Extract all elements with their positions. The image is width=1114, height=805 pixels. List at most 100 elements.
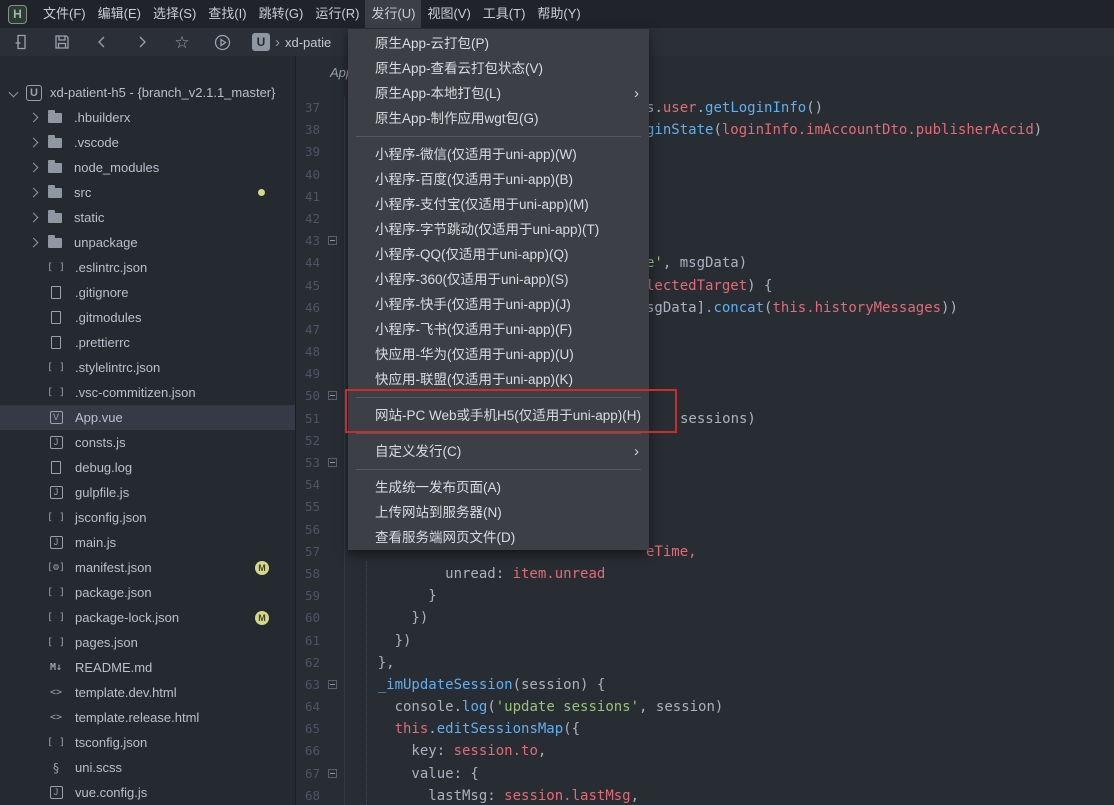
menu-item-22[interactable]: 查看服务端网页文件(D): [348, 525, 649, 550]
tree-item-package-lock.json[interactable]: [ ]package-lock.jsonM: [0, 605, 295, 630]
chevron-right-icon[interactable]: [29, 163, 39, 173]
code-text: },: [344, 652, 395, 674]
folder-glyph: [48, 213, 62, 223]
code-line-68[interactable]: 68 lastMsg: session.lastMsg,: [296, 785, 1114, 805]
tree-item-.stylelintrc.json[interactable]: [ ].stylelintrc.json: [0, 355, 295, 380]
code-line-58[interactable]: 58 unread: item.unread: [296, 563, 1114, 585]
js-icon: J: [45, 536, 67, 549]
chevron-down-icon[interactable]: [9, 88, 19, 98]
star-icon[interactable]: ☆: [170, 30, 194, 54]
fold-collapse-icon[interactable]: [328, 458, 337, 467]
fold-collapse-icon[interactable]: [328, 769, 337, 778]
menubar-item-运行[interactable]: 运行(R): [309, 0, 365, 28]
tree-item-label: node_modules: [74, 160, 159, 175]
menu-item-11[interactable]: 小程序-快手(仅适用于uni-app)(J): [348, 292, 649, 317]
menu-item-9[interactable]: 小程序-QQ(仅适用于uni-app)(Q): [348, 242, 649, 267]
line-number: 43: [296, 230, 326, 252]
new-file-icon[interactable]: [10, 30, 34, 54]
menu-item-21[interactable]: 上传网站到服务器(N): [348, 500, 649, 525]
code-line-65[interactable]: 65 this.editSessionsMap({: [296, 718, 1114, 740]
menubar-item-编辑[interactable]: 编辑(E): [92, 0, 147, 28]
tree-item-main.js[interactable]: Jmain.js: [0, 530, 295, 555]
fold-collapse-icon[interactable]: [328, 680, 337, 689]
menu-item-13[interactable]: 快应用-华为(仅适用于uni-app)(U): [348, 342, 649, 367]
tree-item-.gitmodules[interactable]: .gitmodules: [0, 305, 295, 330]
tree-item-src[interactable]: src: [0, 180, 295, 205]
tree-item-template.release.html[interactable]: <>template.release.html: [0, 705, 295, 730]
menubar-item-帮助[interactable]: 帮助(Y): [531, 0, 586, 28]
run-icon[interactable]: [210, 30, 234, 54]
tree-item-package.json[interactable]: [ ]package.json: [0, 580, 295, 605]
chevron-right-icon[interactable]: [29, 113, 39, 123]
menubar-item-跳转[interactable]: 跳转(G): [253, 0, 310, 28]
menu-item-8[interactable]: 小程序-字节跳动(仅适用于uni-app)(T): [348, 217, 649, 242]
menubar-item-视图[interactable]: 视图(V): [421, 0, 476, 28]
menu-item-12[interactable]: 小程序-飞书(仅适用于uni-app)(F): [348, 317, 649, 342]
fold-collapse-icon[interactable]: [328, 236, 337, 245]
menu-item-2[interactable]: 原生App-本地打包(L)›: [348, 81, 649, 106]
tree-item-.hbuilderx[interactable]: .hbuilderx: [0, 105, 295, 130]
menu-item-14[interactable]: 快应用-联盟(仅适用于uni-app)(K): [348, 367, 649, 392]
menubar-item-文件[interactable]: 文件(F): [37, 0, 92, 28]
tree-item-node_modules[interactable]: node_modules: [0, 155, 295, 180]
tree-item-.vsc-commitizen.json[interactable]: [ ].vsc-commitizen.json: [0, 380, 295, 405]
tree-item-tsconfig.json[interactable]: [ ]tsconfig.json: [0, 730, 295, 755]
menu-item-0[interactable]: 原生App-云打包(P): [348, 31, 649, 56]
menu-item-18[interactable]: 自定义发行(C)›: [348, 439, 649, 464]
menubar-item-工具[interactable]: 工具(T): [477, 0, 532, 28]
chevron-right-icon[interactable]: [29, 238, 39, 248]
forward-icon[interactable]: [130, 30, 154, 54]
project-icon: U: [252, 33, 270, 51]
tree-item-pages.json[interactable]: [ ]pages.json: [0, 630, 295, 655]
tree-item-debug.log[interactable]: debug.log: [0, 455, 295, 480]
tree-item-unpackage[interactable]: unpackage: [0, 230, 295, 255]
code-line-62[interactable]: 62 },: [296, 652, 1114, 674]
tree-item-.eslintrc.json[interactable]: [ ].eslintrc.json: [0, 255, 295, 280]
menu-item-10[interactable]: 小程序-360(仅适用于uni-app)(S): [348, 267, 649, 292]
menu-item-3[interactable]: 原生App-制作应用wgt包(G): [348, 106, 649, 131]
fold-collapse-icon[interactable]: [328, 391, 337, 400]
menu-item-6[interactable]: 小程序-百度(仅适用于uni-app)(B): [348, 167, 649, 192]
code-line-64[interactable]: 64 console.log('update sessions', sessio…: [296, 696, 1114, 718]
tree-item-.gitignore[interactable]: .gitignore: [0, 280, 295, 305]
save-icon[interactable]: [50, 30, 74, 54]
tree-item-jsconfig.json[interactable]: [ ]jsconfig.json: [0, 505, 295, 530]
chevron-right-icon[interactable]: [29, 138, 39, 148]
menu-item-7[interactable]: 小程序-支付宝(仅适用于uni-app)(M): [348, 192, 649, 217]
tree-item-uni.scss[interactable]: §uni.scss: [0, 755, 295, 780]
tree-item-gulpfile.js[interactable]: Jgulpfile.js: [0, 480, 295, 505]
code-text: eTime,: [646, 541, 697, 563]
code-line-59[interactable]: 59 }: [296, 585, 1114, 607]
tree-item-.prettierrc[interactable]: .prettierrc: [0, 330, 295, 355]
tree-item-README.md[interactable]: M↓README.md: [0, 655, 295, 680]
back-icon[interactable]: [90, 30, 114, 54]
menu-item-publish-h5[interactable]: 网站-PC Web或手机H5(仅适用于uni-app)(H): [348, 403, 649, 428]
menubar-item-选择[interactable]: 选择(S): [147, 0, 202, 28]
code-text: }): [344, 607, 428, 629]
tree-item-consts.js[interactable]: Jconsts.js: [0, 430, 295, 455]
code-line-61[interactable]: 61 }): [296, 630, 1114, 652]
code-line-66[interactable]: 66 key: session.to,: [296, 740, 1114, 762]
menubar-item-发行[interactable]: 发行(U): [365, 0, 421, 28]
tree-item-label: main.js: [75, 535, 116, 550]
menu-item-1[interactable]: 原生App-查看云打包状态(V): [348, 56, 649, 81]
tree-item-.vscode[interactable]: .vscode: [0, 130, 295, 155]
chevron-right-icon[interactable]: [29, 213, 39, 223]
chevron-right-icon[interactable]: [29, 188, 39, 198]
tree-item-template.dev.html[interactable]: <>template.dev.html: [0, 680, 295, 705]
menu-item-20[interactable]: 生成统一发布页面(A): [348, 475, 649, 500]
fold-column: [326, 297, 342, 319]
menubar-item-查找[interactable]: 查找(I): [202, 0, 252, 28]
breadcrumb-project[interactable]: xd-patie: [285, 35, 331, 50]
code-line-60[interactable]: 60 }): [296, 607, 1114, 629]
tree-item-App.vue[interactable]: VApp.vue: [0, 405, 295, 430]
code-line-67[interactable]: 67 value: {: [296, 763, 1114, 785]
line-number: 56: [296, 519, 326, 541]
tree-root-project[interactable]: Uxd-patient-h5 - {branch_v2.1.1_master}: [0, 80, 295, 105]
tree-item-manifest.json[interactable]: [⚙]manifest.jsonM: [0, 555, 295, 580]
tree-item-static[interactable]: static: [0, 205, 295, 230]
code-line-63[interactable]: 63 _imUpdateSession(session) {: [296, 674, 1114, 696]
tree-item-vue.config.js[interactable]: Jvue.config.js: [0, 780, 295, 805]
code-text: key: session.to,: [344, 740, 546, 762]
menu-item-5[interactable]: 小程序-微信(仅适用于uni-app)(W): [348, 142, 649, 167]
